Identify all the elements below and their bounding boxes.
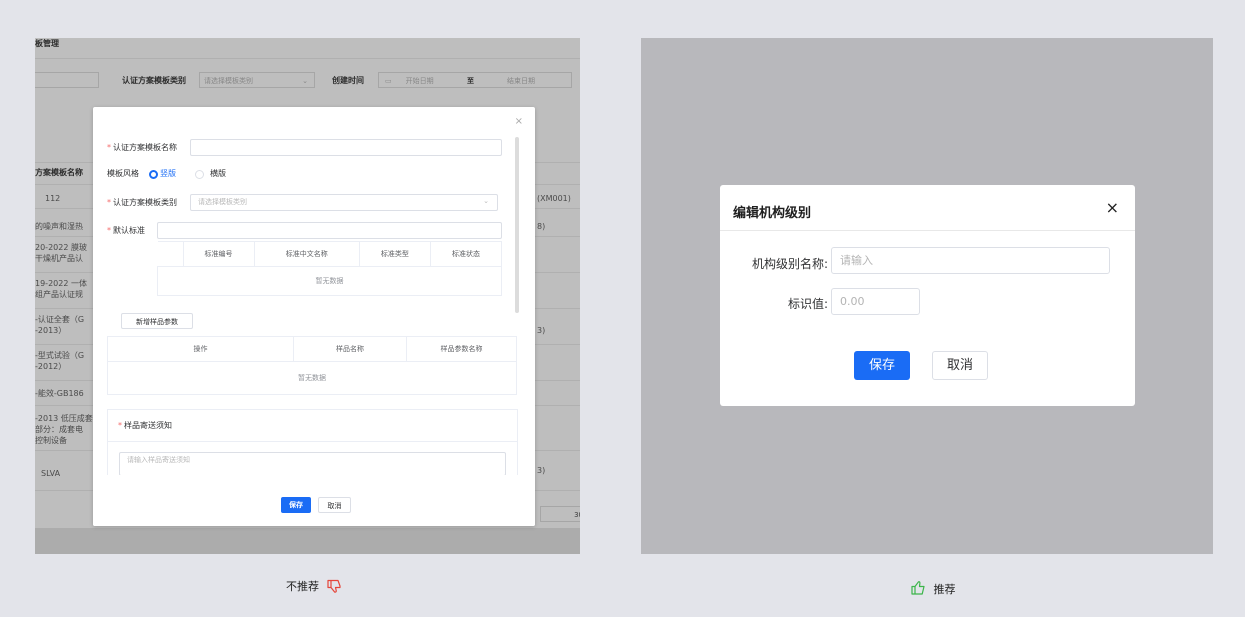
notice-label: * 样品寄送须知: [118, 420, 172, 432]
level-name-label: 机构级别名称:: [751, 257, 828, 271]
template-dialog: × * 认证方案模板名称 模板风格 竖版 横版 * 认证方案模板类别 请选择模板类别…: [93, 107, 535, 526]
dialog-title: 编辑机构级别: [733, 206, 812, 221]
category-label-text: 认证方案模板类别: [113, 198, 177, 207]
dialog-scrollbar[interactable]: [515, 137, 519, 313]
thumbs-up-icon: [911, 581, 925, 595]
sample-header: 样品名称: [293, 336, 407, 362]
level-name-input[interactable]: 请输入: [831, 247, 1110, 274]
radio-portrait[interactable]: [149, 170, 158, 179]
standard-table: 标准编号 标准中文名称 标准类型 标准状态 暂无数据: [157, 241, 503, 296]
style-landscape-label[interactable]: 横版: [210, 168, 226, 180]
sample-empty: 暂无数据: [107, 361, 517, 395]
category-select[interactable]: 请选择模板类别 ⌄: [190, 194, 498, 211]
sample-header: 操作: [107, 336, 294, 362]
name-label-text: 认证方案模板名称: [113, 143, 177, 152]
required-star: *: [107, 198, 111, 207]
sample-table: 操作 样品名称 样品参数名称 暂无数据: [107, 336, 517, 395]
dialog-header-divider: [720, 230, 1135, 231]
chevron-down-icon: ⌄: [483, 197, 489, 205]
style-label: 模板风格: [107, 169, 139, 178]
std-header: 标准类型: [358, 241, 431, 267]
category-placeholder: 请选择模板类别: [198, 198, 247, 206]
edit-level-dialog: 编辑机构级别 × 机构级别名称: 请输入 标识值: 0.00 保存 取消: [720, 185, 1135, 406]
caption-right-text: 推荐: [933, 583, 956, 596]
close-icon[interactable]: ×: [515, 116, 523, 127]
std-empty: 暂无数据: [157, 266, 502, 296]
notice-placeholder: 请输入样品寄送须知: [127, 456, 190, 464]
required-star: *: [107, 226, 111, 235]
sample-header: 样品参数名称: [406, 336, 517, 362]
cancel-button[interactable]: 取消: [932, 351, 988, 380]
thumbs-down-icon: [326, 579, 341, 593]
id-value-label: 标识值:: [787, 297, 828, 311]
default-std-label: * 默认标准: [107, 225, 145, 237]
level-name-placeholder: 请输入: [840, 254, 873, 267]
save-button[interactable]: 保存: [854, 351, 910, 380]
style-portrait-label[interactable]: 竖版: [160, 168, 176, 180]
notice-textarea[interactable]: 请输入样品寄送须知: [119, 452, 506, 476]
std-header: 标准编号: [182, 241, 255, 267]
default-std-input[interactable]: [157, 222, 502, 239]
default-std-label-text: 默认标准: [113, 226, 145, 235]
id-value-text: 0.00: [840, 295, 865, 308]
close-icon[interactable]: ×: [1106, 198, 1119, 217]
radio-landscape[interactable]: [195, 170, 204, 179]
name-label: * 认证方案模板名称: [107, 142, 177, 154]
save-button[interactable]: 保存: [281, 497, 311, 513]
template-name-input[interactable]: [190, 139, 502, 156]
required-star: *: [118, 421, 122, 430]
required-star: *: [107, 143, 111, 152]
category-label: * 认证方案模板类别: [107, 197, 177, 209]
caption-not-recommended: 不推荐: [286, 578, 342, 594]
caption-left-text: 不推荐: [286, 580, 319, 593]
notice-label-text: 样品寄送须知: [124, 421, 172, 430]
std-header: 标准状态: [429, 241, 503, 267]
id-value-input[interactable]: 0.00: [831, 288, 920, 315]
cancel-button[interactable]: 取消: [318, 497, 351, 513]
std-header: 标准中文名称: [253, 241, 360, 267]
add-sample-button[interactable]: 新增样品参数: [121, 313, 193, 329]
dialog-footer: 保存 取消: [93, 475, 535, 526]
caption-recommended: 推荐: [910, 580, 956, 597]
